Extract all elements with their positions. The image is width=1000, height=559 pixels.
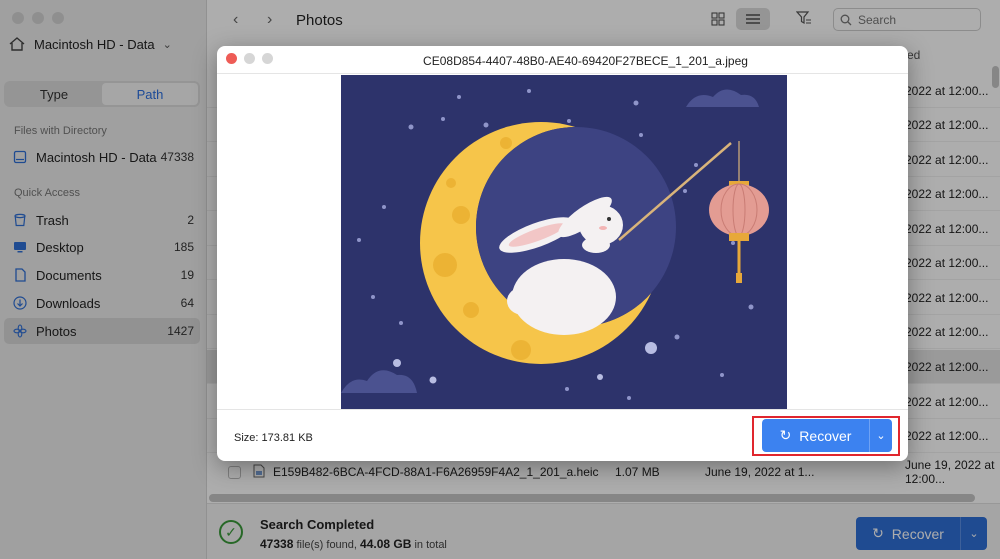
dialog-recover-options[interactable]: ⌄ bbox=[870, 419, 892, 452]
recover-label: Recover bbox=[799, 427, 852, 444]
image-preview bbox=[341, 75, 787, 409]
chevron-down-icon: ⌄ bbox=[876, 430, 886, 442]
dialog-recover-button[interactable]: ↻ Recover ⌄ bbox=[762, 419, 892, 452]
dialog-title: CE08D854-4407-48B0-AE40-69420F27BECE_1_2… bbox=[423, 54, 748, 68]
recover-icon: ↻ bbox=[779, 427, 792, 443]
divider bbox=[217, 73, 908, 74]
moon-rabbit-illustration bbox=[341, 75, 787, 409]
file-size-label: Size: 173.81 KB bbox=[234, 432, 313, 444]
dialog-recover-main[interactable]: ↻ Recover bbox=[762, 419, 870, 452]
preview-dialog: CE08D854-4407-48B0-AE40-69420F27BECE_1_2… bbox=[217, 46, 908, 461]
divider bbox=[217, 409, 908, 410]
